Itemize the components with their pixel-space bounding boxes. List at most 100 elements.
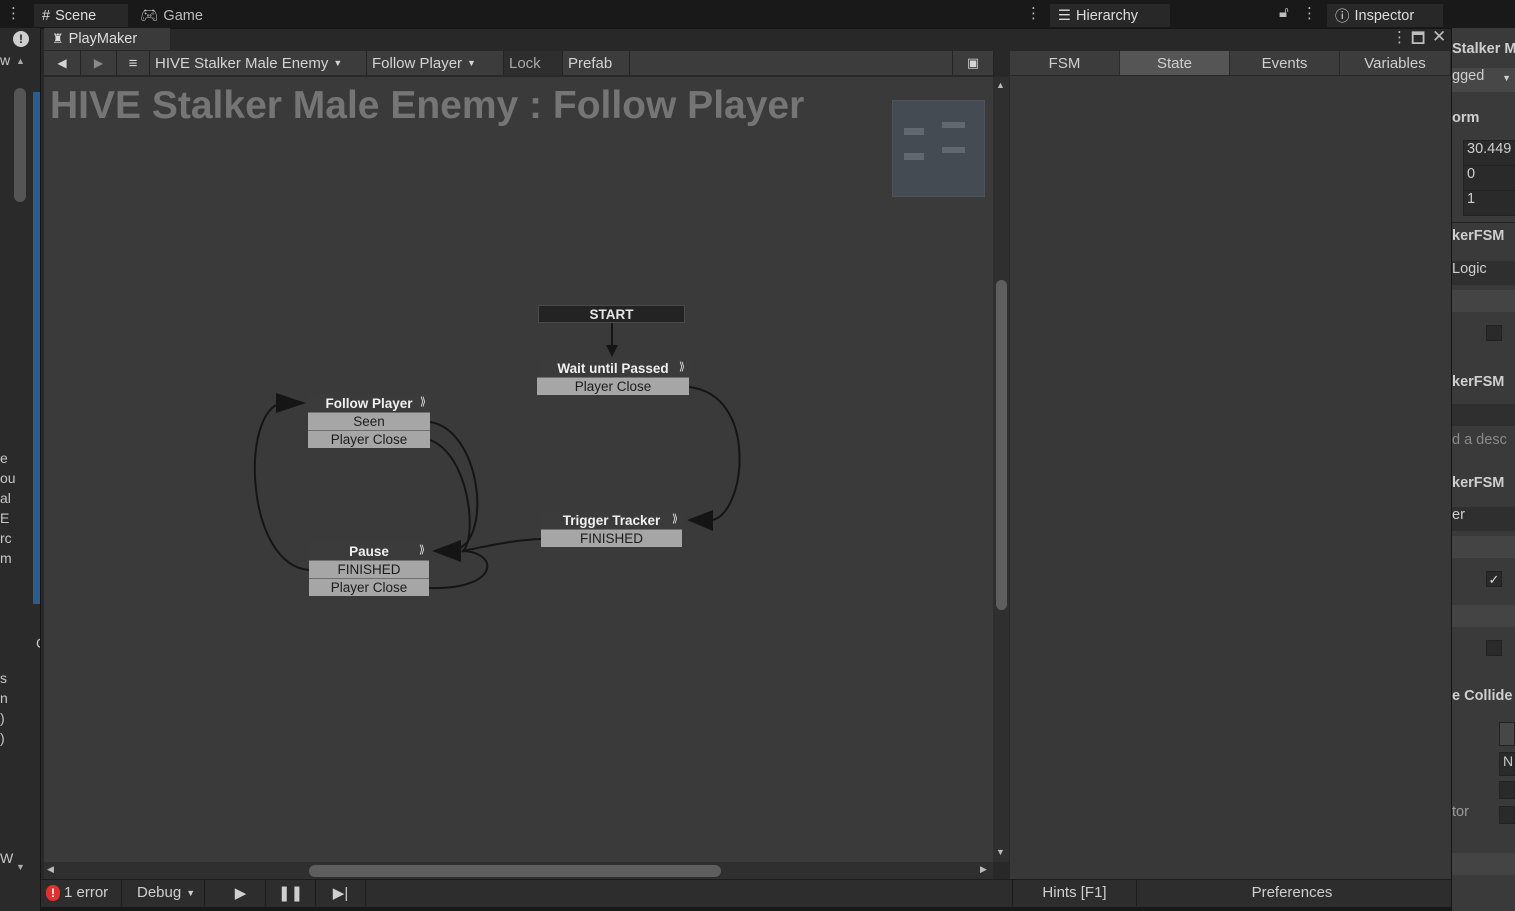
step-button[interactable]: ▶| bbox=[316, 879, 366, 906]
preferences-button[interactable]: Preferences bbox=[1137, 879, 1447, 906]
inspector-collider-header[interactable]: e Collide bbox=[1452, 688, 1515, 712]
left-fragment: e bbox=[0, 450, 8, 466]
hierarchy-kebab-icon[interactable]: ⋮ bbox=[1302, 4, 1317, 22]
fsm-owner-dropdown[interactable]: HIVE Stalker Male Enemy ▼ bbox=[150, 51, 367, 75]
tab-variables[interactable]: Variables bbox=[1340, 51, 1451, 75]
minimap-toggle-button[interactable]: ▣ bbox=[952, 51, 994, 75]
inspector-x-field[interactable]: 30.449 bbox=[1463, 140, 1515, 166]
tab-game[interactable]: 🎮︎ Game bbox=[132, 4, 212, 27]
inspector-small-field[interactable] bbox=[1499, 806, 1515, 824]
fsm-graph-canvas[interactable] bbox=[44, 77, 993, 862]
info-icon: ⓘ bbox=[1335, 9, 1350, 25]
play-button[interactable]: ▶ bbox=[216, 879, 266, 906]
scroll-up-icon[interactable]: ▲ bbox=[996, 80, 1005, 90]
tab-playmaker[interactable]: ♜ PlayMaker bbox=[44, 28, 170, 50]
inspector-z-field[interactable]: 1 bbox=[1463, 190, 1515, 216]
hamburger-icon: ≡ bbox=[128, 54, 138, 72]
hints-button[interactable]: Hints [F1] bbox=[1012, 879, 1137, 906]
left-fragment: m bbox=[0, 550, 12, 566]
tab-events[interactable]: Events bbox=[1230, 51, 1340, 75]
inspector-y-field[interactable]: 0 bbox=[1463, 165, 1515, 191]
tab-events-label: Events bbox=[1261, 54, 1308, 72]
transition-label: Player Close bbox=[574, 379, 652, 394]
lock-small-icon[interactable]: 🔓︎ bbox=[1279, 4, 1289, 21]
state-title: Follow Player ⟫ bbox=[308, 394, 430, 412]
back-button[interactable]: ◀ bbox=[44, 51, 81, 75]
state-title: Pause ⟫ bbox=[309, 542, 429, 560]
action-icon: ⟫ bbox=[418, 544, 425, 556]
start-node[interactable]: START bbox=[538, 305, 685, 323]
inspector-small-field[interactable] bbox=[1499, 781, 1515, 799]
close-icon[interactable]: ✕ bbox=[1432, 27, 1446, 47]
tab-game-label: Game bbox=[163, 7, 203, 24]
action-icon: ⟫ bbox=[419, 396, 426, 408]
transition-player-close[interactable]: Player Close bbox=[309, 578, 429, 596]
scene-kebab-icon[interactable]: ⋮ bbox=[1026, 4, 1041, 22]
minimap-node bbox=[904, 153, 924, 160]
inspector-section bbox=[1452, 290, 1515, 312]
inspector-n-field[interactable]: N bbox=[1499, 752, 1515, 776]
left-fragment: E bbox=[0, 510, 10, 526]
transition-finished[interactable]: FINISHED bbox=[541, 529, 682, 547]
play-icon: ▶ bbox=[234, 884, 247, 902]
transition-player-close[interactable]: Player Close bbox=[308, 430, 430, 448]
left-scroll-down-icon[interactable]: ▼ bbox=[16, 862, 25, 872]
transition-player-close[interactable]: Player Close bbox=[537, 377, 689, 395]
inspector-checkbox-checked[interactable]: ✓ bbox=[1486, 571, 1502, 587]
gamepad-icon: 🎮︎ bbox=[140, 8, 159, 24]
tab-inspector-label: Inspector bbox=[1354, 7, 1415, 24]
caret-down-icon: ▼ bbox=[186, 887, 196, 898]
state-trigger-tracker[interactable]: Trigger Tracker ⟫ FINISHED bbox=[541, 511, 682, 547]
left-kebab-icon[interactable]: ⋮ bbox=[6, 4, 21, 22]
pause-button[interactable]: ❚❚ bbox=[266, 879, 316, 906]
tab-inspector[interactable]: ⓘ Inspector bbox=[1327, 4, 1443, 27]
inspector-fsm-component-2[interactable]: kerFSM bbox=[1452, 374, 1515, 398]
left-warning-icon: ! bbox=[13, 31, 29, 47]
inspector-checkbox[interactable] bbox=[1486, 640, 1502, 656]
tab-state[interactable]: State bbox=[1120, 51, 1230, 75]
lock-button[interactable]: Lock bbox=[504, 51, 563, 75]
inspector-tag-label: gged bbox=[1452, 68, 1485, 84]
scroll-right-icon[interactable]: ▶ bbox=[980, 864, 987, 875]
inspector-transform-header[interactable]: orm bbox=[1452, 110, 1515, 134]
fsm-name-dropdown[interactable]: Follow Player ▼ bbox=[367, 51, 504, 75]
playmaker-kebab-icon[interactable]: ⋮ bbox=[1392, 28, 1407, 46]
minimap-icon: ▣ bbox=[966, 55, 980, 70]
scroll-down-icon[interactable]: ▼ bbox=[996, 847, 1005, 857]
tab-state-label: State bbox=[1156, 54, 1193, 72]
playmaker-toolbar: ◀ ▶ ≡ HIVE Stalker Male Enemy ▼ Follow P… bbox=[44, 51, 994, 75]
forward-button[interactable]: ▶ bbox=[81, 51, 117, 75]
error-indicator[interactable]: ! 1 error bbox=[46, 879, 122, 906]
tab-playmaker-label: PlayMaker bbox=[68, 31, 138, 47]
transition-seen[interactable]: Seen bbox=[308, 412, 430, 430]
list-icon: ☰ bbox=[1058, 7, 1071, 24]
left-scrollbar[interactable] bbox=[14, 88, 26, 202]
tab-scene[interactable]: # Scene bbox=[34, 4, 128, 27]
state-wait-until-passed[interactable]: Wait until Passed ⟫ Player Close bbox=[537, 359, 689, 395]
vertical-scrollbar-thumb[interactable] bbox=[996, 280, 1007, 610]
fsm-name-label: Follow Player bbox=[372, 54, 463, 72]
horizontal-scrollbar-thumb[interactable] bbox=[309, 865, 721, 877]
inspector-fsm-component-1[interactable]: kerFSM bbox=[1452, 228, 1515, 252]
y-value: 0 bbox=[1467, 166, 1476, 182]
state-pause[interactable]: Pause ⟫ FINISHED Player Close bbox=[309, 542, 429, 596]
maximize-icon[interactable]: 🗖︎ bbox=[1411, 28, 1425, 53]
start-label: START bbox=[589, 306, 634, 322]
tab-hierarchy[interactable]: ☰ Hierarchy bbox=[1050, 4, 1170, 27]
transition-finished[interactable]: FINISHED bbox=[309, 560, 429, 578]
inspector-fsm-component-3[interactable]: kerFSM bbox=[1452, 475, 1515, 499]
left-scroll-up-icon[interactable]: ▲ bbox=[16, 56, 25, 66]
inspector-checkbox[interactable] bbox=[1486, 325, 1502, 341]
inspector-tag-dropdown[interactable]: gged ▼ bbox=[1452, 68, 1515, 92]
inspector-section bbox=[1452, 536, 1515, 558]
inspector-button[interactable] bbox=[1499, 722, 1515, 746]
inspector-description[interactable]: d a desc bbox=[1452, 432, 1515, 456]
transition-label: FINISHED bbox=[579, 531, 643, 546]
scroll-left-icon[interactable]: ◀ bbox=[47, 864, 54, 875]
debug-dropdown[interactable]: Debug ▼ bbox=[130, 879, 205, 906]
prefab-button[interactable]: Prefab bbox=[563, 51, 630, 75]
menu-button[interactable]: ≡ bbox=[117, 51, 150, 75]
tab-fsm[interactable]: FSM bbox=[1010, 51, 1120, 75]
minimap[interactable] bbox=[892, 100, 985, 197]
state-follow-player[interactable]: Follow Player ⟫ Seen Player Close bbox=[308, 394, 430, 448]
